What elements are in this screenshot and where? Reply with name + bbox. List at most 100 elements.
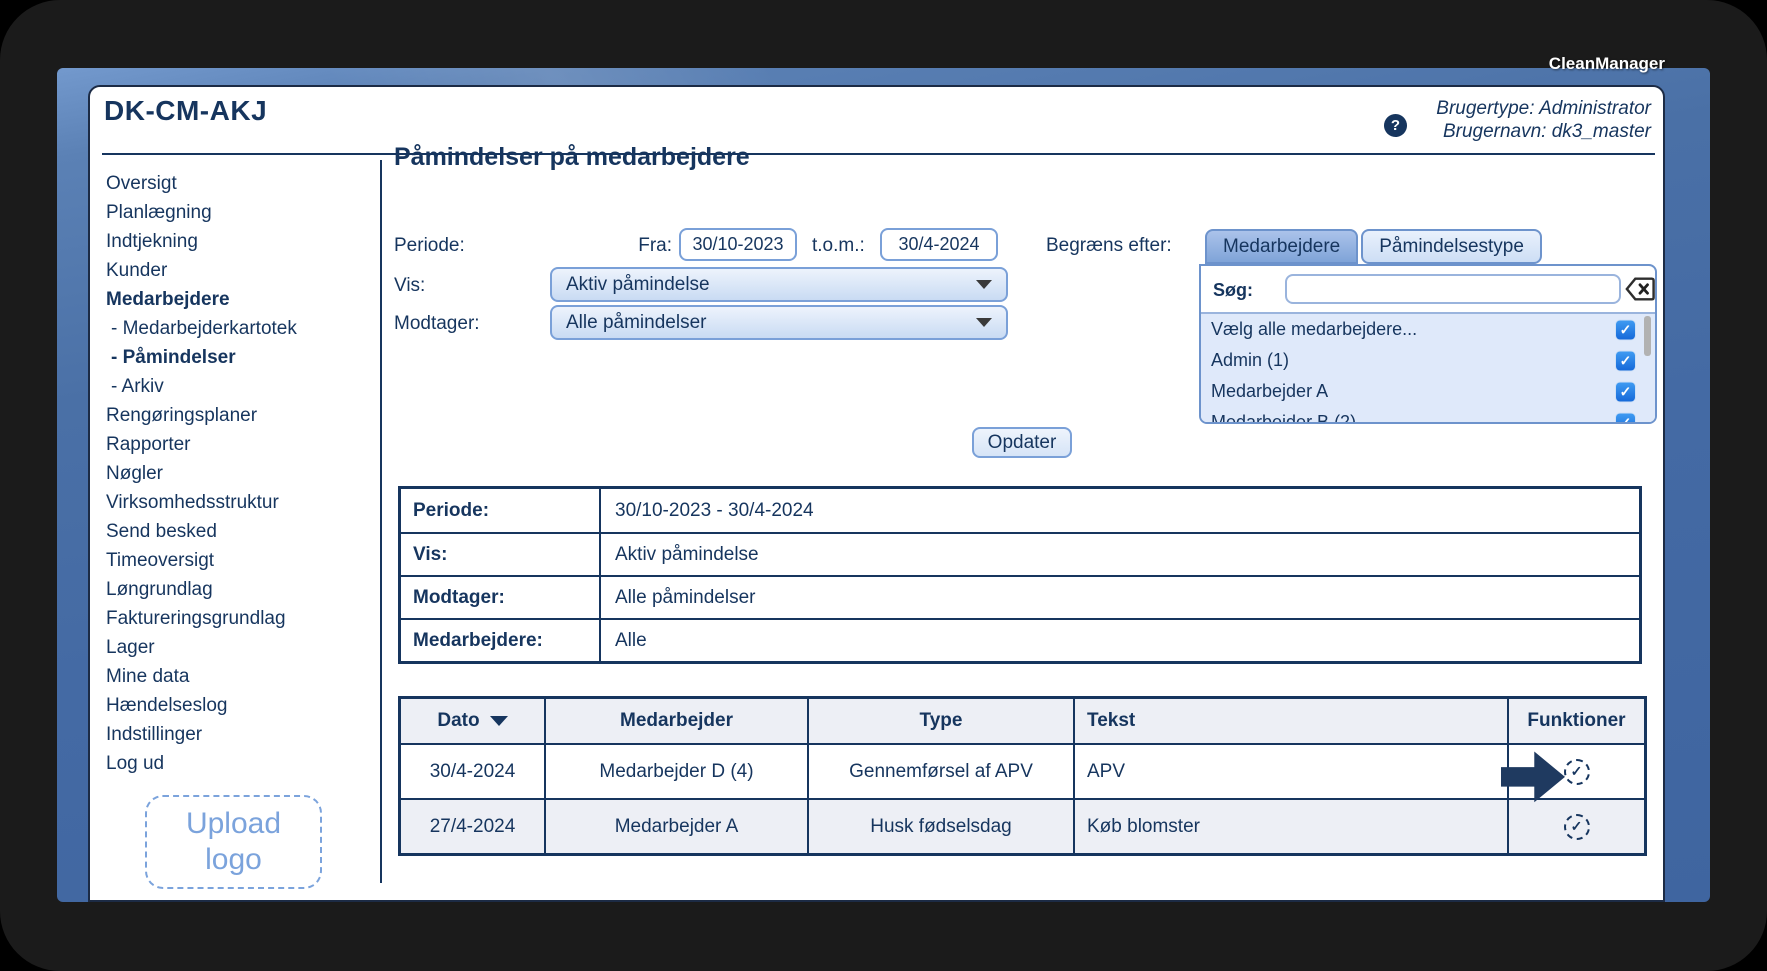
- sidebar-item[interactable]: Kunder: [106, 256, 371, 285]
- summary-label: Medarbejdere:: [401, 620, 601, 661]
- filter-tabs: Medarbejdere Påmindelsestype: [1205, 229, 1542, 264]
- clear-search-icon[interactable]: [1625, 276, 1655, 302]
- upload-logo-button[interactable]: Upload logo: [145, 795, 322, 889]
- sidebar-item[interactable]: Mine data: [106, 662, 371, 691]
- summary-row: Medarbejdere: Alle: [401, 618, 1639, 661]
- sidebar-item[interactable]: - Medarbejderkartotek: [106, 314, 371, 343]
- vis-label: Vis:: [394, 275, 426, 296]
- column-header-medarbejder: Medarbejder: [544, 699, 807, 743]
- sidebar-item[interactable]: Rengøringsplaner: [106, 401, 371, 430]
- sidebar-item[interactable]: Planlægning: [106, 198, 371, 227]
- summary-label: Periode:: [401, 489, 601, 532]
- sidebar-item[interactable]: Hændelseslog: [106, 691, 371, 720]
- reminder-employee: Medarbejder D (4): [544, 745, 807, 798]
- brand-logo: CleanManager: [1548, 54, 1665, 73]
- help-icon[interactable]: ?: [1384, 114, 1407, 137]
- complete-reminder-icon[interactable]: ✓: [1563, 813, 1590, 840]
- sidebar-item[interactable]: Løngrundlag: [106, 575, 371, 604]
- sidebar-item[interactable]: Lager: [106, 633, 371, 662]
- modtager-dropdown-value: Alle påmindelser: [566, 311, 707, 333]
- column-header-tekst: Tekst: [1073, 699, 1507, 743]
- reminder-actions-cell: ✓: [1507, 800, 1644, 853]
- fra-label: Fra:: [638, 235, 672, 256]
- column-header-dato[interactable]: Dato: [401, 699, 544, 743]
- employee-label: Admin (1): [1211, 350, 1290, 370]
- sidebar-item[interactable]: Indtjekning: [106, 227, 371, 256]
- chevron-down-icon: [976, 318, 992, 327]
- summary-value: Alle påmindelser: [615, 586, 756, 608]
- reminder-row: 30/4-2024 Medarbejder D (4) Gennemførsel…: [401, 745, 1644, 803]
- chevron-down-icon: [976, 280, 992, 289]
- sidebar-item[interactable]: Virksomhedsstruktur: [106, 488, 371, 517]
- filter-tab[interactable]: Påmindelsestype: [1361, 229, 1542, 264]
- sidebar-item[interactable]: Rapporter: [106, 430, 371, 459]
- reminders-table-body: 30/4-2024 Medarbejder D (4) Gennemførsel…: [401, 745, 1644, 853]
- modtager-dropdown[interactable]: Alle påmindelser: [550, 305, 1008, 340]
- vis-dropdown-value: Aktiv påmindelse: [566, 273, 710, 295]
- reminder-employee: Medarbejder A: [544, 800, 807, 853]
- sidebar-item[interactable]: Medarbejdere: [106, 285, 371, 314]
- sidebar-item[interactable]: Send besked: [106, 517, 371, 546]
- sidebar-item[interactable]: Nøgler: [106, 459, 371, 488]
- summary-label: Vis:: [401, 534, 601, 575]
- employee-label: Medarbejder B (2): [1211, 412, 1357, 424]
- vis-dropdown[interactable]: Aktiv påmindelse: [550, 267, 1008, 302]
- pointer-arrow-icon: [1501, 751, 1565, 803]
- user-type: Brugertype: Administrator: [1436, 98, 1651, 119]
- user-name: Brugernavn: dk3_master: [1442, 121, 1651, 142]
- main-panel: DK-CM-AKJ ? Brugertype: Administrator Br…: [88, 85, 1665, 902]
- begraens-label: Begræns efter:: [1046, 235, 1172, 256]
- employee-list-item[interactable]: Medarbejder B (2) ✓: [1201, 407, 1655, 424]
- sidebar-menu: Oversigt Planlægning Indtjekning Kunder Meda…: [106, 169, 371, 778]
- summary-label: Modtager:: [401, 577, 601, 618]
- filter-summary-table: Periode: 30/10-2023 - 30/4-2024 Vis: Akt…: [398, 486, 1642, 664]
- employee-list-item[interactable]: Admin (1) ✓: [1201, 345, 1655, 376]
- list-scrollbar[interactable]: [1644, 316, 1651, 356]
- checkbox-checked-icon[interactable]: ✓: [1616, 351, 1635, 370]
- app-window: CleanManager DK-CM-AKJ ? Brugertype: Adm…: [0, 0, 1767, 971]
- column-header-type: Type: [807, 699, 1073, 743]
- employee-label: Vælg alle medarbejdere...: [1211, 319, 1418, 339]
- search-input[interactable]: [1285, 274, 1621, 304]
- sidebar-item[interactable]: - Påmindelser: [106, 343, 371, 372]
- filter-tab[interactable]: Medarbejdere: [1205, 229, 1359, 264]
- tom-date-input[interactable]: [880, 228, 998, 261]
- sidebar-item[interactable]: Timeoversigt: [106, 546, 371, 575]
- summary-value: 30/10-2023 - 30/4-2024: [615, 499, 814, 521]
- summary-row: Vis: Aktiv påmindelse: [401, 532, 1639, 575]
- reminder-actions-cell: ✓: [1501, 745, 1644, 803]
- sidebar-item[interactable]: Log ud: [106, 749, 371, 778]
- checkbox-checked-icon[interactable]: ✓: [1616, 382, 1635, 401]
- reminder-type: Husk fødselsdag: [807, 800, 1073, 853]
- summary-row: Modtager: Alle påmindelser: [401, 575, 1639, 618]
- complete-reminder-icon[interactable]: ✓: [1563, 758, 1590, 785]
- employee-list-item[interactable]: Vælg alle medarbejdere... ✓: [1201, 314, 1655, 345]
- employee-list-item[interactable]: Medarbejder A ✓: [1201, 376, 1655, 407]
- checkbox-checked-icon[interactable]: ✓: [1616, 413, 1635, 422]
- reminder-type: Gennemførsel af APV: [807, 745, 1073, 798]
- sidebar-item[interactable]: Indstillinger: [106, 720, 371, 749]
- reminder-text: APV: [1073, 745, 1507, 798]
- header-divider: [102, 153, 1655, 155]
- employee-list: Vælg alle medarbejdere... ✓ Admin (1) ✓ …: [1201, 312, 1655, 424]
- employee-label: Medarbejder A: [1211, 381, 1329, 401]
- page-title: Påmindelser på medarbejdere: [394, 143, 750, 171]
- reminder-text: Køb blomster: [1073, 800, 1507, 853]
- periode-label: Periode:: [394, 235, 465, 256]
- reminder-date: 27/4-2024: [429, 815, 516, 837]
- content-divider: [380, 160, 382, 883]
- sidebar-item[interactable]: - Arkiv: [106, 372, 371, 401]
- tom-label: t.o.m.:: [812, 235, 865, 256]
- checkbox-checked-icon[interactable]: ✓: [1616, 320, 1635, 339]
- reminder-row: 27/4-2024 Medarbejder A Husk fødselsdag …: [401, 798, 1644, 853]
- sidebar-item[interactable]: Faktureringsgrundlag: [106, 604, 371, 633]
- reminders-table: Dato Medarbejder Type Tekst Funktioner 3…: [398, 696, 1647, 856]
- summary-value: Aktiv påmindelse: [615, 543, 759, 565]
- user-info: Brugertype: Administrator Brugernavn: dk…: [1436, 97, 1651, 143]
- update-button[interactable]: Opdater: [972, 427, 1072, 458]
- reminder-date: 30/4-2024: [429, 760, 516, 782]
- reminders-table-header: Dato Medarbejder Type Tekst Funktioner: [401, 699, 1644, 745]
- sidebar-item[interactable]: Oversigt: [106, 169, 371, 198]
- fra-date-input[interactable]: [679, 228, 797, 261]
- company-title: DK-CM-AKJ: [104, 95, 268, 126]
